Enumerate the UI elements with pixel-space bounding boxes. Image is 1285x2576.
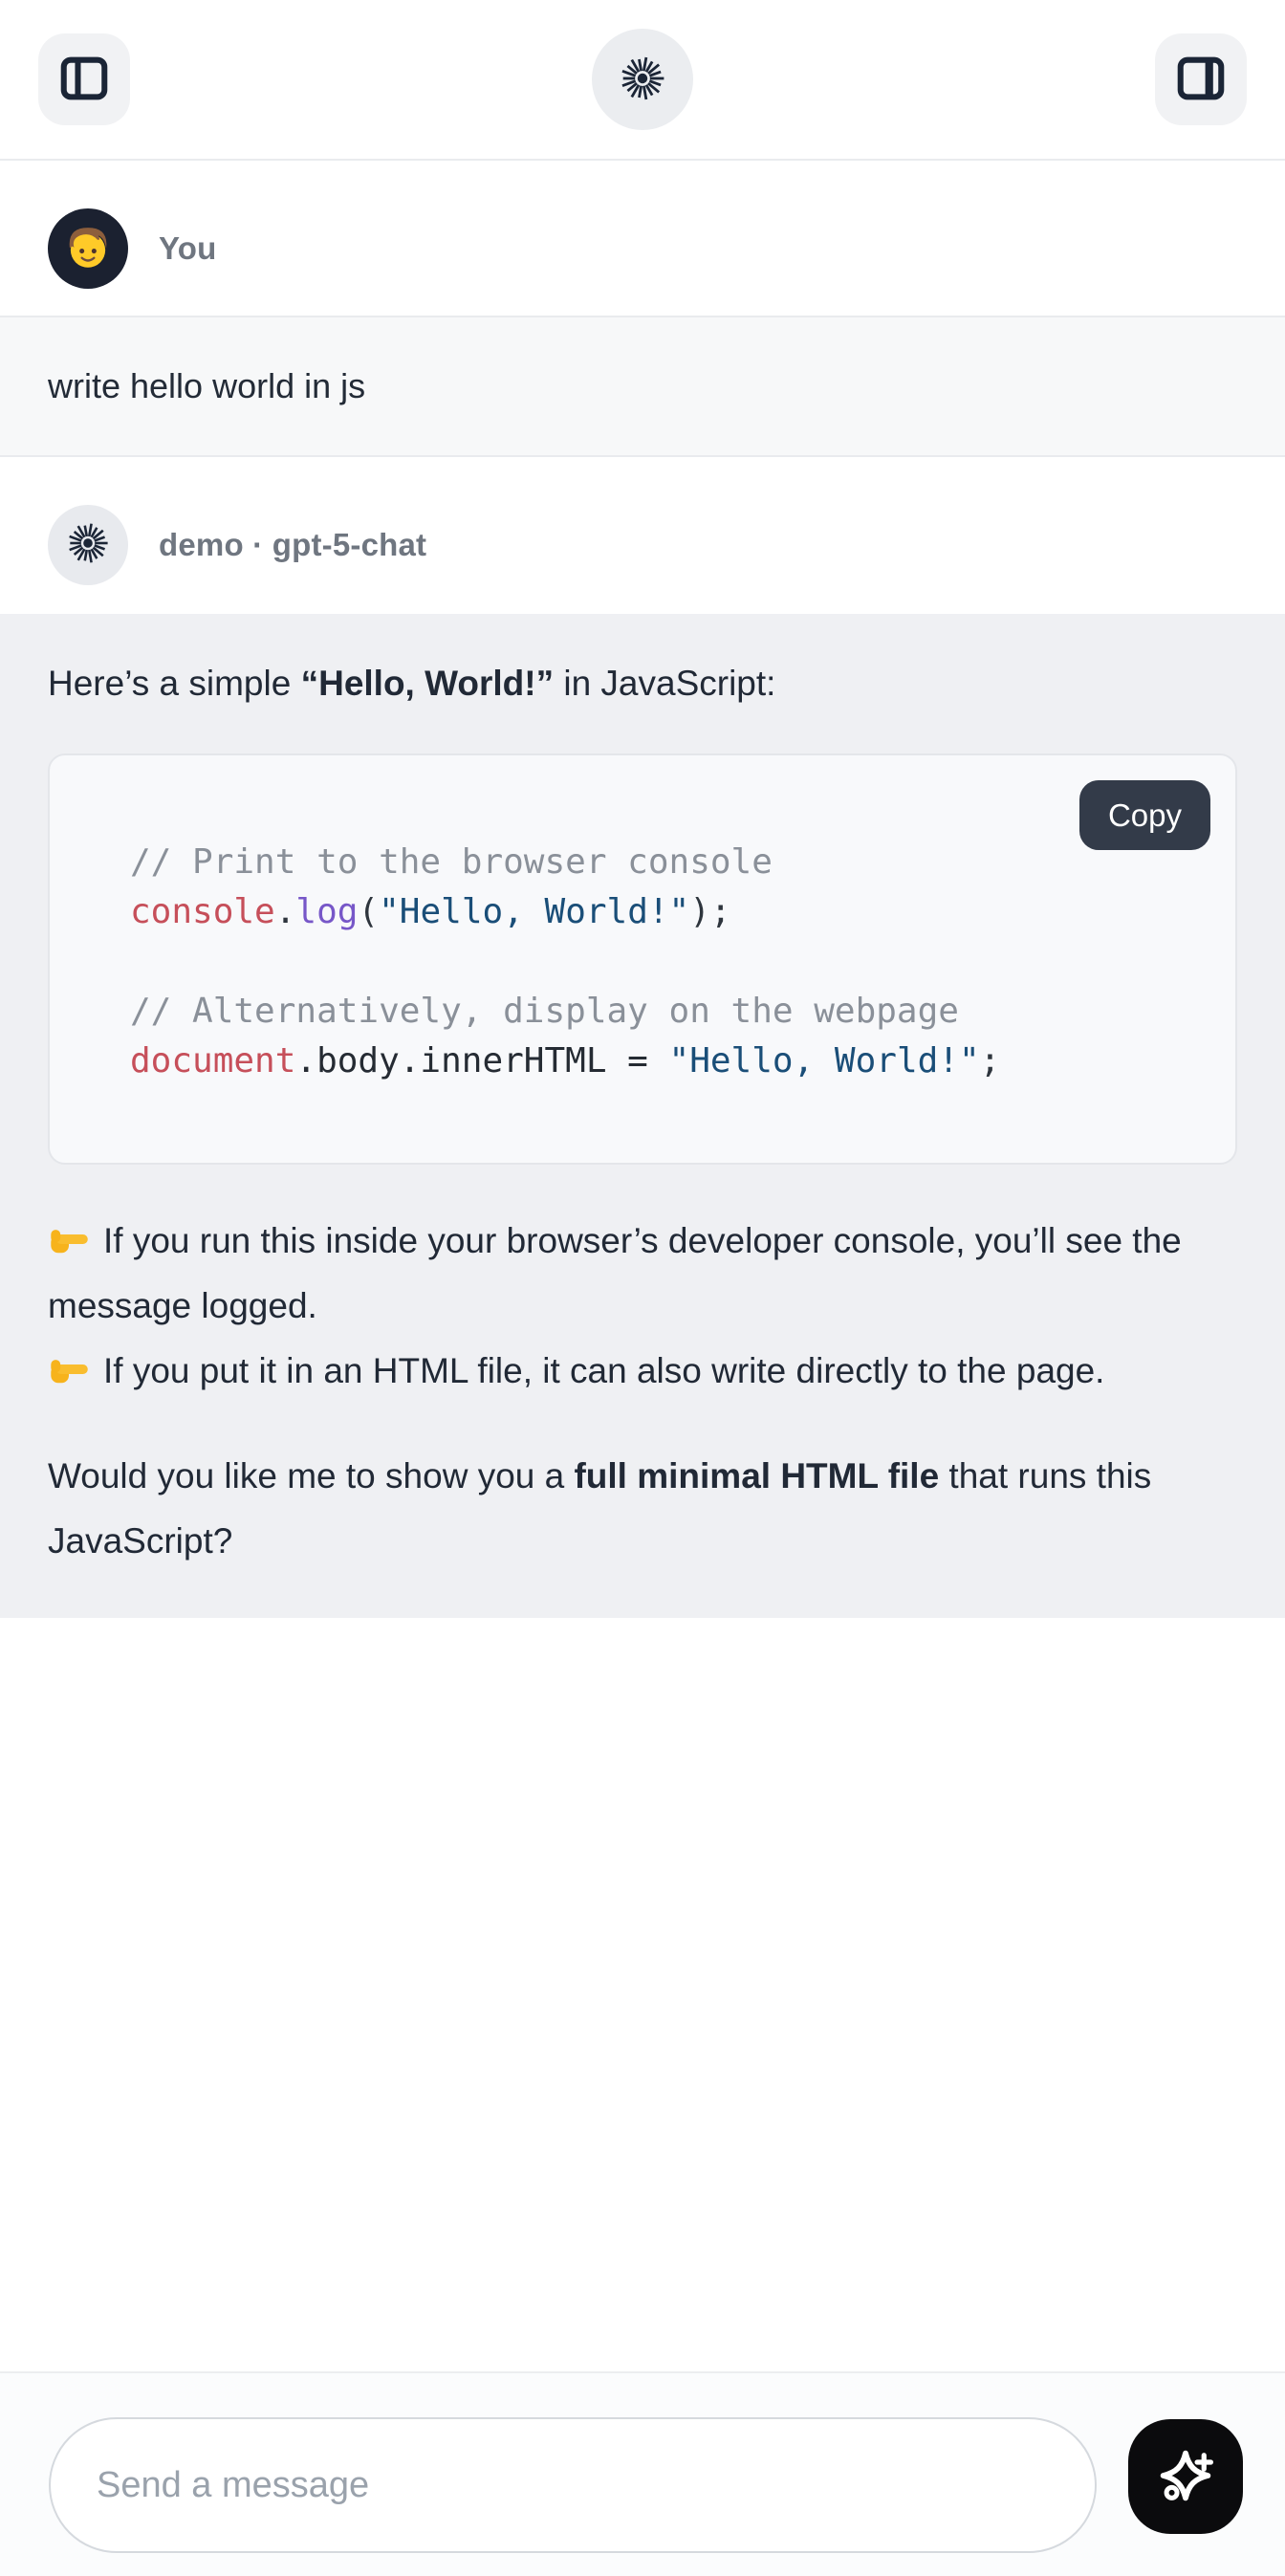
code-block: Copy // Print to the browser consolecons…	[48, 753, 1237, 1165]
pointing-right-icon	[48, 1216, 90, 1258]
note-text: If you put it in an HTML file, it can al…	[103, 1351, 1104, 1390]
user-sender-name: You	[159, 230, 216, 267]
message-input[interactable]	[49, 2417, 1097, 2553]
user-avatar	[48, 208, 128, 289]
model-button[interactable]	[592, 29, 693, 130]
pointing-right-icon	[48, 1346, 90, 1388]
note-text: If you run this inside your browser’s de…	[48, 1221, 1182, 1325]
panel-toggle-button[interactable]	[1155, 33, 1247, 125]
person-emoji-icon	[60, 219, 116, 279]
code-content: // Print to the browser consoleconsole.l…	[130, 838, 1197, 1086]
assistant-notes: If you run this inside your browser’s de…	[48, 1209, 1237, 1404]
composer-bar	[0, 2371, 1285, 2576]
note-line: If you run this inside your browser’s de…	[48, 1209, 1237, 1339]
starburst-icon	[619, 55, 666, 105]
starburst-icon	[66, 521, 110, 570]
note-line: If you put it in an HTML file, it can al…	[48, 1339, 1237, 1404]
user-message: write hello world in js	[0, 316, 1285, 457]
assistant-sender-row: demo · gpt-5-chat	[48, 505, 1237, 585]
chat-screen: You write hello world in js demo · gpt-5…	[0, 0, 1285, 2576]
assistant-followup-paragraph: Would you like me to show you a full min…	[48, 1444, 1237, 1574]
sparkle-icon	[1154, 2444, 1217, 2510]
sidebar-toggle-button[interactable]	[38, 33, 130, 125]
assistant-message: Here’s a simple “Hello, World!” in JavaS…	[0, 614, 1285, 1618]
copy-code-button[interactable]: Copy	[1079, 780, 1210, 850]
assistant-sender-name: demo · gpt-5-chat	[159, 527, 426, 563]
top-bar	[0, 0, 1285, 161]
assistant-intro-paragraph: Here’s a simple “Hello, World!” in JavaS…	[48, 652, 1237, 715]
send-button[interactable]	[1128, 2419, 1243, 2534]
assistant-avatar	[48, 505, 128, 585]
user-sender-row: You	[48, 208, 1237, 289]
panel-left-icon	[56, 51, 112, 109]
panel-right-icon	[1173, 51, 1229, 109]
